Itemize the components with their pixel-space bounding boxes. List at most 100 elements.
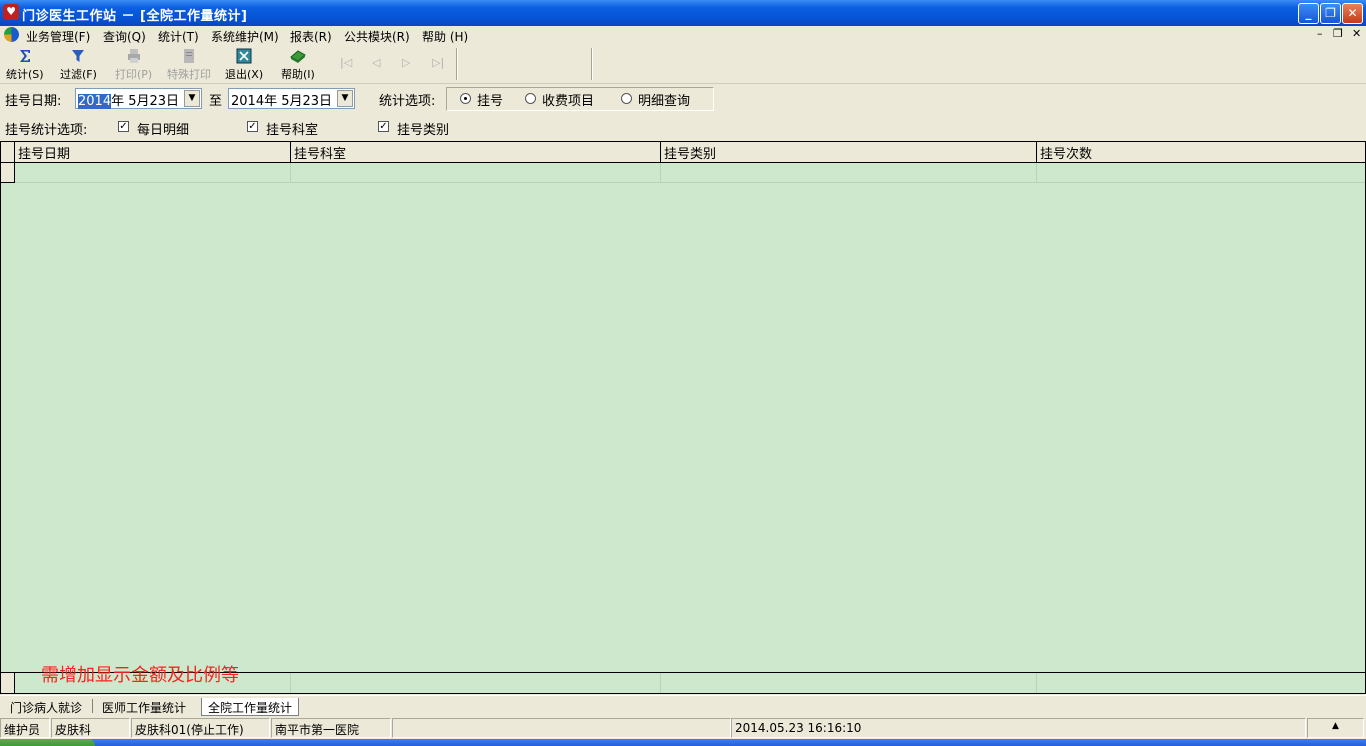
- date-label: 挂号日期:: [5, 94, 62, 109]
- column-reg-dept[interactable]: 挂号科室: [290, 142, 660, 162]
- to-label: 至: [209, 94, 223, 109]
- chevron-down-icon[interactable]: ▼: [184, 90, 200, 107]
- radio-detail-query-label: 明细查询: [638, 94, 691, 109]
- column-reg-date[interactable]: 挂号日期: [14, 142, 290, 162]
- checkbox-reg-dept-label: 挂号科室: [266, 123, 319, 138]
- reg-options-label: 挂号统计选项:: [5, 123, 88, 138]
- radio-detail-query[interactable]: [621, 93, 632, 104]
- row-selector[interactable]: [1, 163, 15, 183]
- row-divider: [15, 182, 1365, 183]
- col-divider: [660, 163, 661, 183]
- menu-reports[interactable]: 报表(R): [290, 28, 332, 45]
- col-divider: [660, 673, 661, 693]
- printer-icon: [127, 49, 140, 63]
- exit-button[interactable]: 退出(X): [225, 48, 263, 82]
- tab-hospital-workload[interactable]: 全院工作量统计: [201, 698, 300, 716]
- toolbar: 统计(S) 过滤(F) 打印(P) 特殊打印 退出(X) 帮助(I) |◁ ◁ …: [0, 44, 1366, 84]
- toolbar-separator: [591, 48, 593, 80]
- checkbox-daily-detail-label: 每日明细: [137, 123, 190, 138]
- menu-help[interactable]: 帮助 (H): [422, 28, 468, 45]
- status-hospital: 南平市第一医院: [271, 718, 391, 738]
- checkbox-reg-dept[interactable]: ✓: [247, 121, 258, 132]
- exit-icon: [236, 48, 252, 64]
- data-grid[interactable]: 挂号日期 挂号科室 挂号类别 挂号次数 需增加显示金额及比例等: [0, 141, 1366, 694]
- start-button[interactable]: [0, 739, 95, 746]
- footer-row-selector: [1, 673, 15, 693]
- stats-button[interactable]: 统计(S): [6, 48, 44, 82]
- menu-query[interactable]: 查询(Q): [103, 28, 146, 45]
- checkbox-daily-detail[interactable]: ✓: [118, 121, 129, 132]
- status-datetime: 2014.05.23 16:16:10: [731, 718, 1306, 738]
- window-title: 门诊医生工作站 － [全院工作量统计]: [22, 9, 248, 24]
- date-filter-row: 挂号日期: 2014年 5月23日 ▼ 至 2014年 5月23日 ▼ 统计选项…: [0, 85, 1366, 113]
- radio-registration[interactable]: [460, 93, 471, 104]
- checkbox-reg-type[interactable]: ✓: [378, 121, 389, 132]
- date-from-year: 2014: [78, 94, 112, 109]
- special-printer-icon: [184, 49, 194, 63]
- status-dept: 皮肤科: [51, 718, 130, 738]
- options-label: 统计选项:: [379, 94, 436, 109]
- filter-label: 过滤(F): [60, 68, 97, 81]
- menu-business[interactable]: 业务管理(F): [26, 28, 90, 45]
- help-label: 帮助(I): [281, 68, 315, 81]
- column-reg-type[interactable]: 挂号类别: [660, 142, 1036, 162]
- status-user: 维护员: [0, 718, 50, 738]
- tab-physician-workload[interactable]: 医师工作量统计: [96, 698, 192, 716]
- menu-system[interactable]: 系统维护(M): [211, 28, 279, 45]
- radio-charge-items-label: 收费项目: [542, 94, 595, 109]
- window-tabs: 门诊病人就诊 医师工作量统计 全院工作量统计: [0, 695, 1366, 716]
- menu-bar: 业务管理(F) 查询(Q) 统计(T) 系统维护(M) 报表(R) 公共模块(R…: [0, 26, 1366, 44]
- date-to-picker[interactable]: 2014年 5月23日 ▼: [228, 88, 355, 109]
- column-reg-count[interactable]: 挂号次数: [1036, 142, 1365, 162]
- radio-registration-label: 挂号: [477, 94, 504, 109]
- mdi-minimize-button[interactable]: –: [1317, 27, 1323, 40]
- print-button[interactable]: 打印(P): [115, 48, 152, 82]
- reg-options-row: 挂号统计选项: ✓ 每日明细 ✓ 挂号科室 ✓ 挂号类别: [0, 114, 1366, 140]
- restore-button[interactable]: ❐: [1320, 3, 1341, 24]
- print-label: 打印(P): [115, 68, 153, 81]
- toolbar-separator: [456, 48, 458, 80]
- date-from-picker[interactable]: 2014年 5月23日 ▼: [75, 88, 202, 109]
- annotation-note: 需增加显示金额及比例等: [41, 665, 239, 686]
- nav-next-button[interactable]: ▷: [402, 56, 410, 69]
- col-divider: [1036, 673, 1037, 693]
- chevron-up-icon[interactable]: ▲: [1307, 718, 1364, 738]
- help-button[interactable]: 帮助(I): [281, 48, 315, 82]
- os-taskbar: [0, 739, 1366, 746]
- tab-outpatient[interactable]: 门诊病人就诊: [4, 698, 88, 716]
- nav-prev-button[interactable]: ◁: [372, 56, 380, 69]
- nav-last-button[interactable]: ▷|: [432, 56, 444, 69]
- menu-public[interactable]: 公共模块(R): [344, 28, 410, 45]
- title-bar: ♥ 门诊医生工作站 － [全院工作量统计] _ ❐ ✕: [0, 0, 1366, 26]
- header-corner: [1, 142, 15, 162]
- exit-label: 退出(X): [225, 68, 264, 81]
- grid-header: 挂号日期 挂号科室 挂号类别 挂号次数: [1, 142, 1365, 163]
- status-bar: 维护员 皮肤科 皮肤科01(停止工作) 南平市第一医院 2014.05.23 1…: [0, 717, 1366, 739]
- filter-button[interactable]: 过滤(F): [60, 48, 97, 82]
- col-divider: [290, 673, 291, 693]
- date-from-rest: 年 5月23日: [111, 94, 180, 109]
- minimize-button[interactable]: _: [1298, 3, 1319, 24]
- status-room: 皮肤科01(停止工作): [131, 718, 270, 738]
- status-empty: [392, 718, 731, 738]
- app-logo-icon: [4, 27, 19, 42]
- special-print-label: 特殊打印: [167, 68, 211, 81]
- col-divider: [290, 163, 291, 183]
- sigma-icon: [19, 50, 30, 62]
- stats-label: 统计(S): [6, 68, 44, 81]
- date-to-value: 2014年 5月23日: [231, 94, 333, 109]
- menu-statistics[interactable]: 统计(T): [158, 28, 199, 45]
- chevron-down-icon[interactable]: ▼: [337, 90, 353, 107]
- app-icon: ♥: [3, 4, 19, 20]
- funnel-icon: [72, 50, 85, 62]
- close-button[interactable]: ✕: [1342, 3, 1363, 24]
- checkbox-reg-type-label: 挂号类别: [397, 123, 450, 138]
- mdi-restore-button[interactable]: ❐: [1333, 27, 1343, 40]
- stat-options-group: 挂号 收费项目 明细查询: [446, 87, 714, 111]
- book-icon: [290, 50, 306, 63]
- radio-charge-items[interactable]: [525, 93, 536, 104]
- col-divider: [1036, 163, 1037, 183]
- nav-first-button[interactable]: |◁: [340, 56, 352, 69]
- special-print-button[interactable]: 特殊打印: [167, 48, 211, 82]
- mdi-close-button[interactable]: ✕: [1352, 27, 1361, 40]
